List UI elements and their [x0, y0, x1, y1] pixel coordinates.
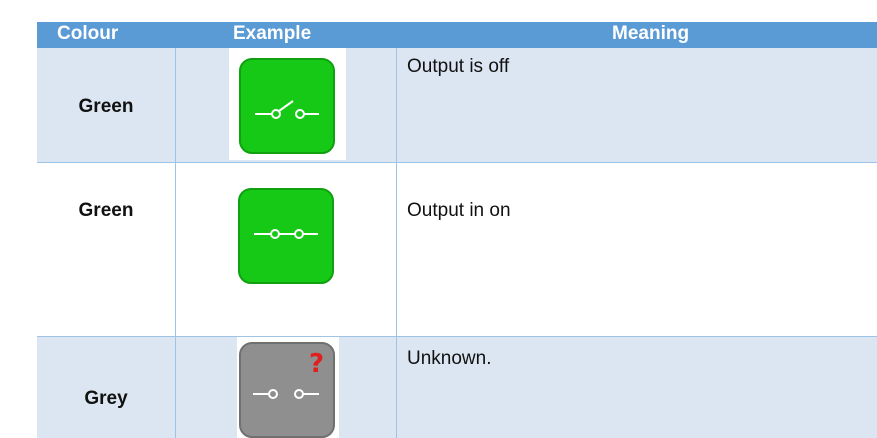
- question-mark-icon: ?: [309, 349, 324, 379]
- row-colour-label: Green: [78, 200, 134, 221]
- legend-table: Colour Example Meaning Green Output is o…: [37, 22, 877, 438]
- column-divider: [396, 48, 397, 438]
- header-meaning: Meaning: [612, 23, 690, 44]
- row-meaning: Unknown.: [407, 348, 492, 369]
- table-header: Colour Example Meaning: [37, 22, 877, 48]
- header-colour: Colour: [57, 23, 119, 44]
- header-example: Example: [233, 23, 312, 44]
- row-divider: [37, 336, 877, 337]
- switch-open-icon: [239, 58, 335, 154]
- row-meaning: Output in on: [407, 200, 511, 221]
- row-meaning: Output is off: [407, 56, 510, 77]
- table-row: Green Output is off: [37, 48, 877, 162]
- table-row: Green Output in on: [37, 162, 877, 336]
- row-divider: [37, 162, 877, 163]
- switch-closed-icon: [238, 188, 334, 284]
- switch-unknown-icon: ?: [239, 342, 335, 438]
- example-cell: [229, 48, 346, 160]
- row-colour-label: Green: [78, 96, 134, 117]
- table-row: Grey ? Unknown.: [37, 336, 877, 438]
- row-colour-label: Grey: [84, 388, 128, 409]
- column-divider: [175, 48, 176, 438]
- example-cell: ?: [237, 336, 339, 438]
